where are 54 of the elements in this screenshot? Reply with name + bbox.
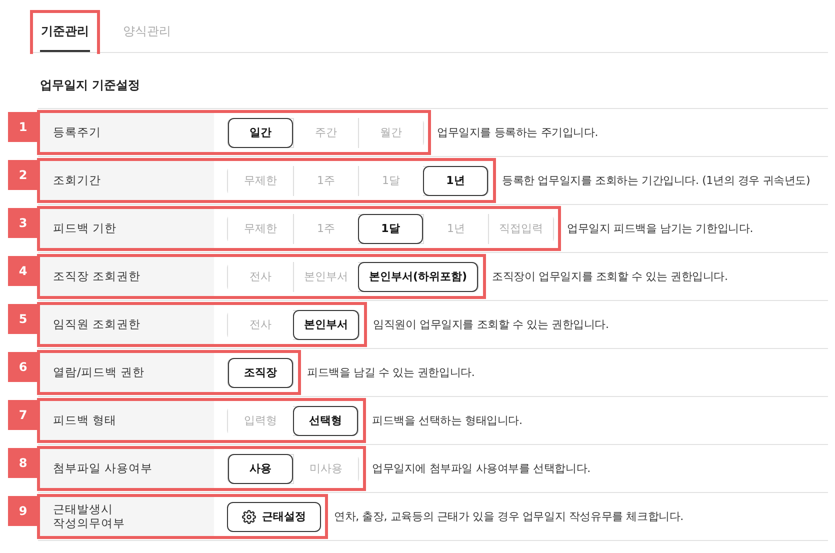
segment-option[interactable]: 입력형 bbox=[228, 406, 293, 436]
setting-description: 업무일지를 등록하는 주기입니다. bbox=[437, 125, 598, 140]
setting-label: 피드백 형태 bbox=[40, 401, 214, 440]
setting-description: 피드백을 선택하는 형태입니다. bbox=[372, 413, 522, 428]
segment-option[interactable]: 본인부서 bbox=[293, 262, 358, 292]
number-badge: 7 bbox=[8, 400, 38, 430]
tab[interactable]: 기준관리 bbox=[40, 13, 90, 52]
setting-label: 등록주기 bbox=[40, 113, 214, 152]
setting-label: 조회기간 bbox=[40, 161, 214, 200]
segment-option[interactable]: 1주 bbox=[293, 166, 358, 196]
settings-icon bbox=[242, 510, 256, 524]
segment-option[interactable]: 전사 bbox=[228, 262, 293, 292]
segment-option[interactable]: 본인부서(하위포함) bbox=[358, 262, 478, 292]
number-badge: 8 bbox=[8, 448, 38, 478]
segment-option[interactable]: 본인부서 bbox=[293, 310, 359, 340]
number-badge: 3 bbox=[8, 208, 38, 238]
segment-option[interactable]: 일간 bbox=[228, 118, 293, 148]
setting-label: 조직장 조회권한 bbox=[40, 257, 214, 296]
number-badge: 5 bbox=[8, 304, 38, 334]
segment-option[interactable]: 사용 bbox=[228, 454, 293, 484]
settings-button[interactable]: 근태설정 bbox=[227, 502, 321, 532]
segment-option[interactable]: 1년 bbox=[423, 214, 488, 244]
number-badge: 1 bbox=[8, 112, 38, 142]
segment-option[interactable]: 미사용 bbox=[293, 454, 358, 484]
setting-label: 근태발생시 작성의무여부 bbox=[40, 497, 214, 536]
number-badge: 4 bbox=[8, 256, 38, 286]
number-badge: 2 bbox=[8, 160, 38, 190]
setting-description: 임직원이 업무일지를 조회할 수 있는 권한입니다. bbox=[373, 317, 609, 332]
segment-option[interactable]: 1년 bbox=[423, 166, 488, 196]
setting-label: 피드백 기한 bbox=[40, 209, 214, 248]
segment-option[interactable]: 1달 bbox=[358, 166, 423, 196]
tab[interactable]: 양식관리 bbox=[122, 13, 172, 52]
segment-option[interactable]: 전사 bbox=[228, 310, 293, 340]
setting-description: 조직장이 업무일지를 조회할 수 있는 권한입니다. bbox=[492, 269, 728, 284]
setting-label: 첨부파일 사용여부 bbox=[40, 449, 214, 488]
number-badge: 6 bbox=[8, 352, 38, 382]
segment-option[interactable]: 선택형 bbox=[293, 406, 358, 436]
setting-description: 업무일지에 첨부파일 사용여부를 선택합니다. bbox=[372, 461, 590, 476]
segment-option[interactable]: 1주 bbox=[293, 214, 358, 244]
segment-option[interactable]: 무제한 bbox=[228, 214, 293, 244]
setting-description: 업무일지 피드백을 남기는 기한입니다. bbox=[567, 221, 753, 236]
segment-option[interactable]: 월간 bbox=[358, 118, 423, 148]
setting-description: 연차, 출장, 교육등의 근태가 있을 경우 업무일지 작성유무를 체크합니다. bbox=[334, 509, 684, 524]
segment-option[interactable]: 무제한 bbox=[228, 166, 293, 196]
segment-option[interactable]: 주간 bbox=[293, 118, 358, 148]
section-title: 업무일지 기준설정 bbox=[40, 77, 142, 94]
segment-option[interactable]: 직접입력 bbox=[488, 214, 553, 244]
segment-option[interactable]: 조직장 bbox=[228, 358, 293, 388]
segment-option[interactable]: 1달 bbox=[358, 214, 423, 244]
setting-label: 열람/피드백 권한 bbox=[40, 353, 214, 392]
setting-description: 피드백을 남길 수 있는 권한입니다. bbox=[307, 365, 475, 380]
setting-description: 등록한 업무일지를 조회하는 기간입니다. (1년의 경우 귀속년도) bbox=[502, 173, 810, 188]
setting-label: 임직원 조회권한 bbox=[40, 305, 214, 344]
number-badge: 9 bbox=[8, 496, 38, 526]
